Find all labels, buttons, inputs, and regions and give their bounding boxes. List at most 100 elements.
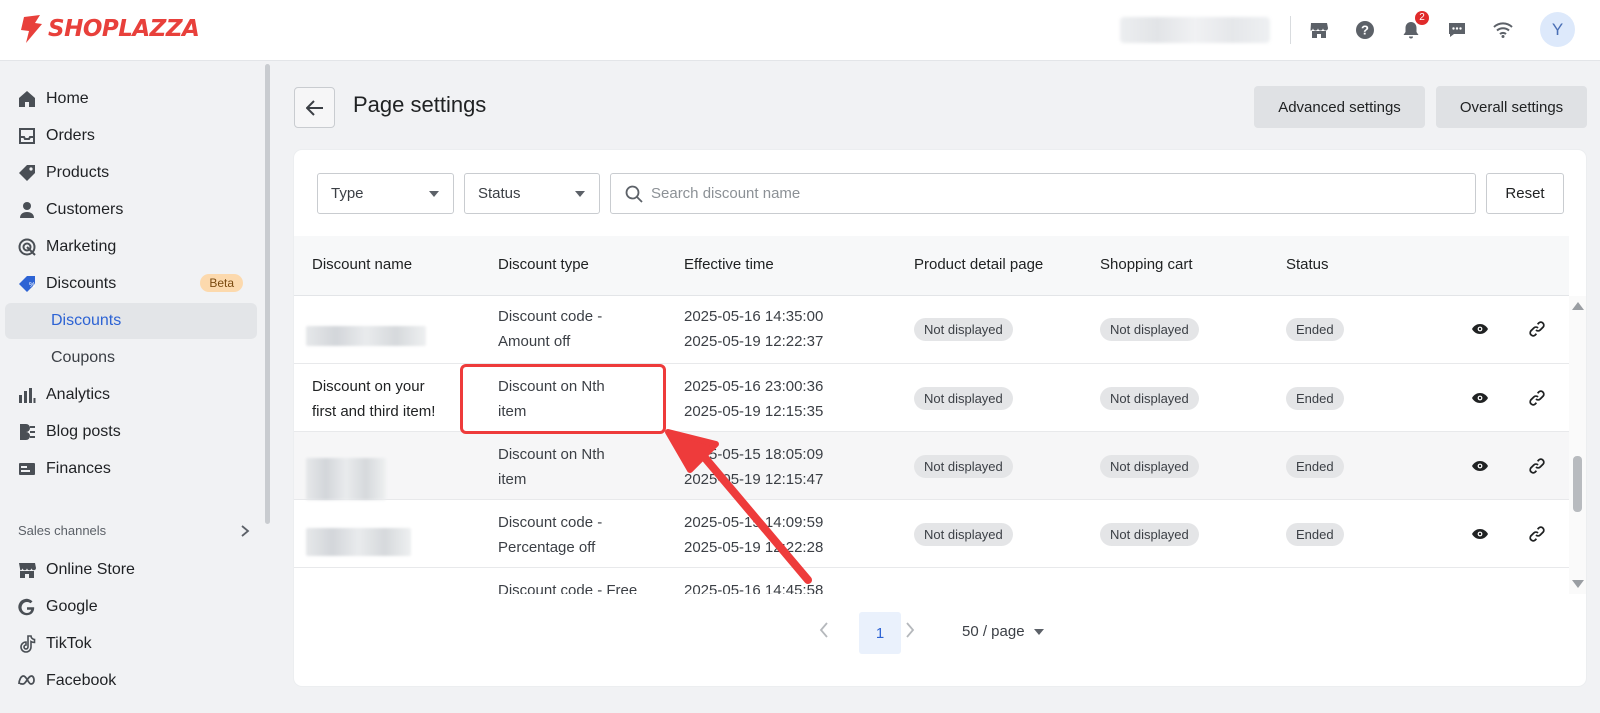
cart-status-badge: Not displayed <box>1100 455 1199 478</box>
sidebar-channel-tiktok[interactable]: TikTok <box>5 626 257 662</box>
google-icon <box>17 597 37 617</box>
type-filter-label: Type <box>331 185 364 202</box>
discount-type-cell: Discount code - Free <box>498 582 638 594</box>
meta-icon <box>17 671 37 691</box>
shoplazza-logo[interactable]: SHOPLAZZA <box>18 14 200 44</box>
eye-icon[interactable] <box>1470 319 1490 339</box>
sidebar-item-label: Online Store <box>46 561 135 578</box>
reset-button[interactable]: Reset <box>1486 173 1564 214</box>
sidebar-item-blog-posts[interactable]: Blog posts <box>5 414 257 450</box>
table-row[interactable]: Discount on Nth item 2025-05-15 18:05:09… <box>294 432 1569 500</box>
store-icon[interactable] <box>1307 18 1331 42</box>
discount-name-redacted <box>306 326 426 346</box>
product-page-status-badge: Not displayed <box>914 523 1013 546</box>
bell-icon[interactable]: 2 <box>1399 11 1429 42</box>
sidebar-item-orders[interactable]: Orders <box>5 118 257 154</box>
sidebar-subitem-discounts[interactable]: Discounts <box>5 303 257 339</box>
brand-name: SHOPLAZZA <box>48 16 200 42</box>
advanced-settings-button[interactable]: Advanced settings <box>1254 86 1425 128</box>
home-icon <box>17 89 37 109</box>
sidebar-subitem-coupons[interactable]: Coupons <box>5 340 257 376</box>
discount-name-redacted <box>306 528 411 556</box>
sidebar-item-label: Discounts <box>51 312 122 329</box>
table-row[interactable]: Discount code - Free 2025-05-16 14:45:58 <box>294 568 1569 594</box>
sidebar-item-products[interactable]: Products <box>5 155 257 191</box>
sidebar-item-discounts[interactable]: % Discounts Beta <box>5 266 257 302</box>
sidebar-item-label: TikTok <box>46 635 92 652</box>
scroll-up-icon[interactable] <box>1572 302 1584 310</box>
sidebar-item-label: Facebook <box>46 672 117 689</box>
link-icon[interactable] <box>1527 524 1547 544</box>
help-icon[interactable]: ? <box>1353 18 1377 42</box>
page-size-select[interactable]: 50 / page <box>962 623 1045 640</box>
next-page-icon[interactable] <box>905 622 915 642</box>
overall-settings-button[interactable]: Overall settings <box>1436 86 1587 128</box>
page-title: Page settings <box>353 92 487 117</box>
effective-time-cell: 2025-05-15 14:09:59 2025-05-19 12:22:28 <box>684 514 824 556</box>
table-row[interactable]: Discount code - Amount off 2025-05-16 14… <box>294 296 1569 364</box>
arrow-left-icon <box>305 99 323 116</box>
person-icon <box>17 200 37 220</box>
sales-channels-header[interactable]: Sales channels <box>18 523 250 538</box>
sidebar-channel-google[interactable]: Google <box>5 589 257 625</box>
scroll-down-icon[interactable] <box>1572 580 1584 588</box>
svg-text:%: % <box>29 282 35 289</box>
eye-icon[interactable] <box>1470 388 1490 408</box>
cart-status-badge: Not displayed <box>1100 318 1199 341</box>
link-icon[interactable] <box>1527 388 1547 408</box>
sidebar-item-label: Analytics <box>46 386 111 403</box>
blog-icon <box>17 422 37 442</box>
effective-time-cell: 2025-05-16 14:45:58 <box>684 582 824 594</box>
back-button[interactable] <box>294 87 335 128</box>
sidebar-channel-facebook[interactable]: Facebook <box>5 663 257 699</box>
status-filter-select[interactable]: Status <box>464 173 600 214</box>
discount-type-cell: Discount code - Percentage off <box>498 514 603 556</box>
discount-type-cell: Discount on Nth item <box>498 446 605 488</box>
sidebar-item-analytics[interactable]: Analytics <box>5 377 257 413</box>
sidebar-item-home[interactable]: Home <box>5 81 257 117</box>
scroll-thumb[interactable] <box>1573 456 1582 512</box>
sales-channels-label: Sales channels <box>18 523 107 538</box>
chat-icon[interactable] <box>1445 18 1469 42</box>
sidebar-item-marketing[interactable]: Marketing <box>5 229 257 265</box>
column-header: Shopping cart <box>1100 256 1193 273</box>
sidebar-item-customers[interactable]: Customers <box>5 192 257 228</box>
search-input[interactable] <box>651 185 1475 202</box>
caret-down-icon <box>429 191 439 197</box>
sidebar-item-finances[interactable]: Finances <box>5 451 257 487</box>
page-size-label: 50 / page <box>962 623 1025 640</box>
sidebar-item-label: Blog posts <box>46 423 121 440</box>
sidebar-channel-online-store[interactable]: Online Store <box>5 552 257 588</box>
prev-page-icon[interactable] <box>819 622 829 642</box>
sidebar-scrollbar[interactable] <box>265 64 270 524</box>
effective-time-cell: 2025-05-16 14:35:00 2025-05-19 12:22:37 <box>684 308 824 350</box>
page-number-current[interactable]: 1 <box>859 612 901 654</box>
status-filter-label: Status <box>478 185 521 202</box>
sidebar-item-label: Customers <box>46 201 124 218</box>
link-icon[interactable] <box>1527 456 1547 476</box>
link-icon[interactable] <box>1527 319 1547 339</box>
eye-icon[interactable] <box>1470 456 1490 476</box>
wifi-icon[interactable] <box>1491 18 1515 42</box>
status-badge: Ended <box>1286 318 1344 341</box>
caret-down-icon <box>575 191 585 197</box>
type-filter-select[interactable]: Type <box>317 173 454 214</box>
search-box[interactable] <box>610 173 1476 214</box>
eye-icon[interactable] <box>1470 524 1490 544</box>
tag-icon <box>17 163 37 183</box>
effective-time-cell: 2025-05-16 23:00:36 2025-05-19 12:15:35 <box>684 378 824 420</box>
table-row[interactable]: Discount code - Percentage off 2025-05-1… <box>294 500 1569 568</box>
sidebar-item-label: Home <box>46 90 89 107</box>
table-scrollbar[interactable] <box>1569 296 1586 594</box>
discount-name-cell: Discount on your first and third item! <box>312 378 436 420</box>
store-name-redacted[interactable] <box>1120 17 1270 43</box>
status-badge: Ended <box>1286 455 1344 478</box>
divider <box>1290 16 1291 44</box>
bar-chart-icon <box>17 385 37 405</box>
product-page-status-badge: Not displayed <box>914 318 1013 341</box>
sidebar-item-label: Discounts <box>46 275 117 292</box>
avatar[interactable]: Y <box>1540 12 1575 47</box>
cart-status-badge: Not displayed <box>1100 387 1199 410</box>
chevron-right-icon <box>241 524 250 537</box>
discount-tag-icon: % <box>17 274 37 294</box>
